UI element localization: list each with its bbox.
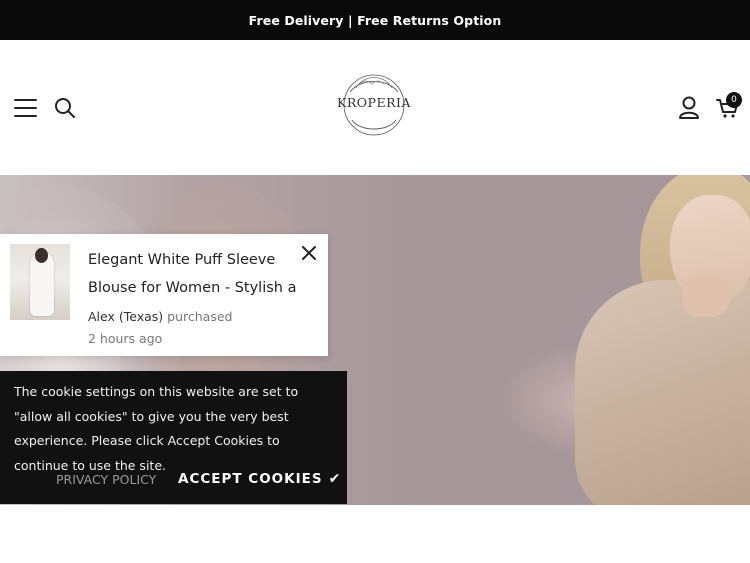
- purchase-action: purchased: [167, 309, 233, 324]
- product-thumbnail[interactable]: [10, 244, 70, 320]
- logo-text: KROPERIA: [337, 95, 411, 110]
- accept-cookies-button[interactable]: ACCEPT COOKIES ✔: [178, 471, 341, 487]
- site-header: KROPERIA 0: [0, 40, 750, 175]
- sales-notification-popup[interactable]: Elegant White Puff Sleeve Blouse for Wom…: [0, 234, 328, 356]
- buyer-name: Alex (Texas): [88, 309, 164, 324]
- cart-count-badge: 0: [726, 92, 742, 108]
- hero-model-sweater: [575, 280, 750, 505]
- purchase-time: 2 hours ago: [88, 331, 163, 346]
- accept-cookies-label: ACCEPT COOKIES: [178, 471, 323, 487]
- checkmark-icon: ✔: [328, 471, 342, 487]
- site-logo[interactable]: KROPERIA: [330, 70, 418, 145]
- product-title-line: Elegant White Puff Sleeve: [88, 252, 276, 268]
- hamburger-icon: [14, 99, 38, 117]
- announcement-text: Free Delivery | Free Returns Option: [248, 12, 502, 28]
- search-button[interactable]: [54, 97, 76, 119]
- cookie-message: The cookie settings on this website are …: [14, 384, 299, 473]
- close-popup-button[interactable]: [300, 244, 318, 262]
- close-icon: [302, 246, 316, 260]
- hero-model-hand: [682, 275, 730, 317]
- announcement-bar: Free Delivery | Free Returns Option: [0, 0, 750, 40]
- account-button[interactable]: [678, 96, 700, 120]
- privacy-policy-link[interactable]: PRIVACY POLICY: [56, 472, 156, 487]
- purchase-info: Alex (Texas) purchased: [88, 306, 232, 328]
- cookie-consent-banner: The cookie settings on this website are …: [0, 371, 347, 504]
- search-icon: [55, 98, 75, 118]
- menu-button[interactable]: [14, 99, 38, 117]
- product-title-line: Blouse for Women - Stylish a...: [88, 280, 298, 296]
- user-icon: [679, 96, 699, 119]
- product-title[interactable]: Elegant White Puff Sleeve Blouse for Wom…: [88, 246, 298, 302]
